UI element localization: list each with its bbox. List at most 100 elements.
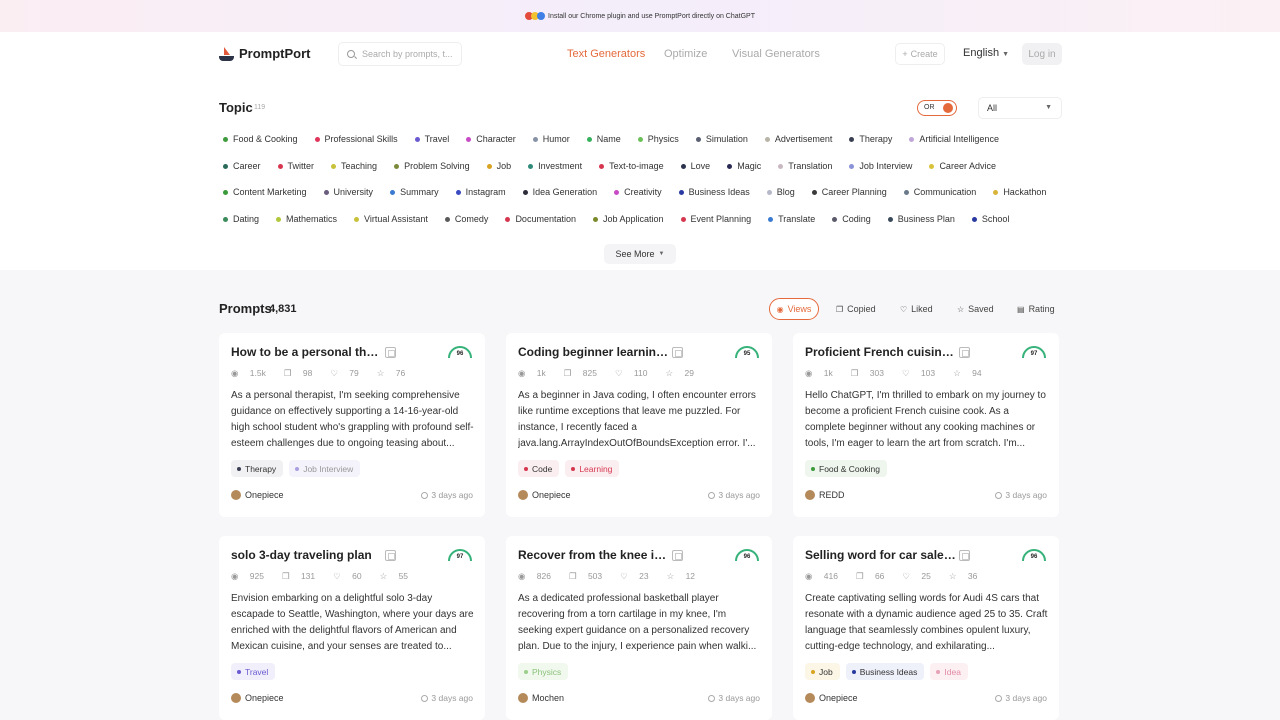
card-title[interactable]: Recover from the knee injury. — [518, 548, 670, 562]
topic-tag[interactable]: Professional Skills — [314, 132, 398, 146]
card-tag[interactable]: Learning — [565, 460, 620, 477]
card-tag[interactable]: Code — [518, 460, 560, 477]
topic-tag[interactable]: Business Ideas — [678, 185, 750, 199]
topic-tag[interactable]: Physics — [637, 132, 679, 146]
search-input[interactable]: Search by prompts, t... — [338, 42, 462, 66]
card-author[interactable]: REDD — [805, 490, 845, 500]
nav-text-generators[interactable]: Text Generators — [567, 48, 645, 60]
views-stat: ◉ 416 — [805, 571, 847, 582]
login-button[interactable]: Log in — [1022, 43, 1062, 65]
topic-tag[interactable]: Investment — [528, 159, 582, 173]
sort-saved[interactable]: ☆ Saved — [949, 298, 1002, 320]
liked-value: 25 — [921, 571, 931, 581]
topic-tag[interactable]: Career Advice — [929, 159, 996, 173]
card-author[interactable]: Onepiece — [805, 693, 858, 703]
card-author[interactable]: Onepiece — [518, 490, 571, 500]
topic-tag[interactable]: Mathematics — [276, 212, 337, 226]
card-tag[interactable]: Job — [805, 663, 840, 680]
topic-filter-select[interactable]: All ▼ — [978, 97, 1062, 119]
topic-tag[interactable]: Job Interview — [849, 159, 912, 173]
copy-icon[interactable] — [385, 550, 396, 561]
topic-tag[interactable]: Character — [466, 132, 516, 146]
topic-tag[interactable]: Advertisement — [764, 132, 832, 146]
card-title[interactable]: solo 3-day traveling plan — [231, 548, 383, 562]
topic-tag[interactable]: Magic — [727, 159, 761, 173]
card-tag[interactable]: Physics — [518, 663, 569, 680]
topic-tag[interactable]: Documentation — [505, 212, 576, 226]
sort-liked[interactable]: ♡ Liked — [892, 298, 941, 320]
copy-icon[interactable] — [385, 347, 396, 358]
sort-rating[interactable]: ▤ Rating — [1009, 298, 1063, 320]
topic-tag[interactable]: Business Plan — [887, 212, 955, 226]
sort-views[interactable]: ◉ Views — [769, 298, 819, 320]
topic-tag[interactable]: Comedy — [444, 212, 488, 226]
topic-tag[interactable]: Humor — [532, 132, 570, 146]
prompt-card[interactable]: Coding beginner learning (... 95 ◉ 1k ❐ 825… — [506, 333, 772, 517]
topic-tag[interactable]: Therapy — [849, 132, 892, 146]
topic-tag[interactable]: School — [971, 212, 1009, 226]
topic-tag[interactable]: Simulation — [695, 132, 748, 146]
prompt-card[interactable]: solo 3-day traveling plan 97 ◉ 925 ❐ 131 ♡ 6… — [219, 536, 485, 720]
topic-tag[interactable]: Name — [586, 132, 621, 146]
topic-tag[interactable]: Dating — [223, 212, 259, 226]
topic-tag[interactable]: Travel — [414, 132, 449, 146]
prompt-card[interactable]: Selling word for car sales p... 96 ◉ 416 ❐ … — [793, 536, 1059, 720]
topic-tag[interactable]: Blog — [766, 185, 795, 199]
card-tag[interactable]: Therapy — [231, 460, 284, 477]
topic-tag[interactable]: Instagram — [455, 185, 506, 199]
sort-copied[interactable]: ❐ Copied — [828, 298, 884, 320]
card-tag[interactable]: Food & Cooking — [805, 460, 887, 477]
topic-tag[interactable]: Twitter — [277, 159, 314, 173]
topic-tag[interactable]: Career — [223, 159, 261, 173]
topic-tag[interactable]: Coding — [832, 212, 871, 226]
card-author[interactable]: Onepiece — [231, 693, 284, 703]
topic-tag[interactable]: Translate — [768, 212, 815, 226]
card-title[interactable]: Coding beginner learning (... — [518, 345, 670, 359]
topic-tag[interactable]: Hackathon — [993, 185, 1046, 199]
prompt-card[interactable]: Recover from the knee injury. 96 ◉ 826 ❐ 50… — [506, 536, 772, 720]
card-author[interactable]: Onepiece — [231, 490, 284, 500]
topic-tag[interactable]: Teaching — [331, 159, 377, 173]
card-tag[interactable]: Business Ideas — [845, 663, 925, 680]
topic-tag[interactable]: Food & Cooking — [223, 132, 298, 146]
language-select[interactable]: English ▼ — [963, 47, 1009, 59]
create-button[interactable]: + Create — [895, 43, 945, 65]
topic-tag[interactable]: Job Application — [592, 212, 664, 226]
topic-tag[interactable]: Virtual Assistant — [354, 212, 428, 226]
promo-banner[interactable]: Install our Chrome plugin and use Prompt… — [0, 0, 1280, 32]
card-title[interactable]: Selling word for car sales p... — [805, 548, 957, 562]
copy-icon[interactable] — [959, 347, 970, 358]
nav-visual-generators[interactable]: Visual Generators — [732, 48, 820, 60]
topic-tag[interactable]: University — [323, 185, 373, 199]
topic-tag[interactable]: Job — [486, 159, 511, 173]
topic-tag[interactable]: Love — [680, 159, 710, 173]
copy-icon[interactable] — [672, 347, 683, 358]
copy-icon[interactable] — [959, 550, 970, 561]
topic-tag[interactable]: Creativity — [614, 185, 662, 199]
nav-optimize[interactable]: Optimize — [664, 48, 707, 60]
card-tag[interactable]: Idea — [930, 663, 968, 680]
topic-label: Artificial Intelligence — [919, 134, 999, 144]
topic-tag[interactable]: Problem Solving — [394, 159, 470, 173]
topic-tag[interactable]: Artificial Intelligence — [909, 132, 999, 146]
card-title[interactable]: How to be a personal thera... — [231, 345, 383, 359]
topic-tag[interactable]: Career Planning — [811, 185, 887, 199]
copy-icon[interactable] — [672, 550, 683, 561]
card-title[interactable]: Proficient French cuisine c... — [805, 345, 957, 359]
see-more-button[interactable]: See More ▼ — [604, 244, 676, 264]
card-author[interactable]: Mochen — [518, 693, 564, 703]
or-toggle[interactable]: OR — [917, 100, 957, 116]
topic-tag[interactable]: Summary — [390, 185, 439, 199]
card-tag[interactable]: Travel — [231, 663, 276, 680]
prompt-card[interactable]: How to be a personal thera... 96 ◉ 1.5k ❐ 9… — [219, 333, 485, 517]
topic-tag[interactable]: Event Planning — [680, 212, 751, 226]
topic-tag[interactable]: Content Marketing — [223, 185, 307, 199]
prompt-card[interactable]: Proficient French cuisine c... 97 ◉ 1k ❐ 30… — [793, 333, 1059, 517]
brand-logo[interactable]: PromptPort — [219, 46, 311, 61]
topic-tag[interactable]: Communication — [903, 185, 976, 199]
card-tag[interactable]: Job Interview — [289, 460, 361, 477]
saved-value: 29 — [684, 368, 694, 378]
topic-tag[interactable]: Idea Generation — [522, 185, 597, 199]
topic-tag[interactable]: Text-to-image — [599, 159, 664, 173]
topic-tag[interactable]: Translation — [778, 159, 832, 173]
